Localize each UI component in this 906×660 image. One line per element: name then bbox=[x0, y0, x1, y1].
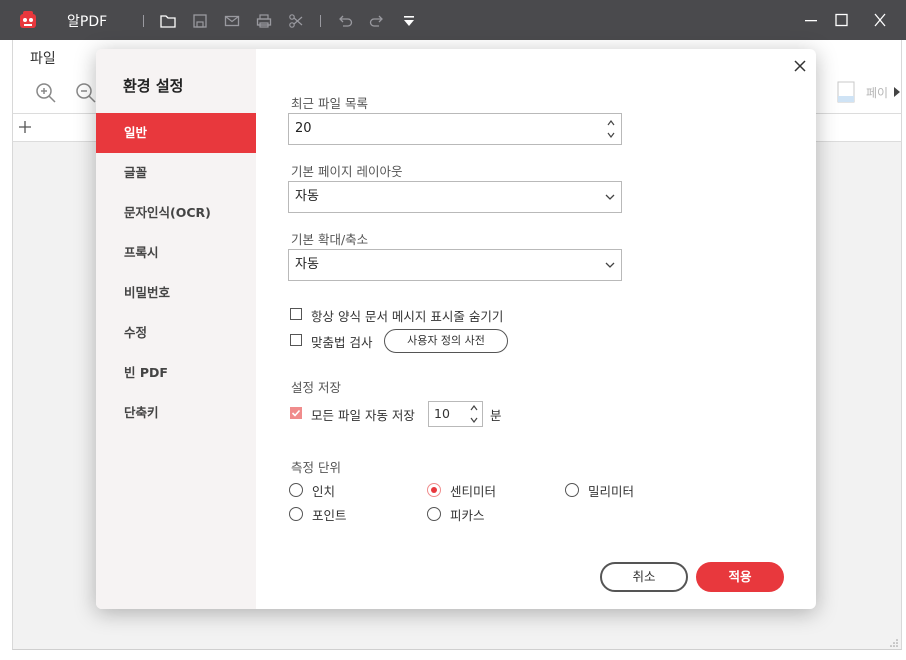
cancel-button[interactable]: 취소 bbox=[600, 562, 688, 592]
sidebar-item-blank-pdf[interactable]: 빈 PDF bbox=[96, 353, 256, 393]
preferences-sidebar: 환경 설정 일반 글꼴 문자인식(OCR) 프록시 비밀번호 수정 빈 PDF … bbox=[96, 49, 256, 609]
zoom-value: 자동 bbox=[295, 257, 319, 272]
close-icon[interactable] bbox=[791, 57, 809, 75]
sidebar-item-edit[interactable]: 수정 bbox=[96, 313, 256, 353]
apply-button[interactable]: 적용 bbox=[696, 562, 784, 592]
radio-centimeter-label: 센티미터 bbox=[450, 484, 497, 499]
spell-check-label: 맞춤법 검사 bbox=[311, 335, 373, 350]
radio-millimeter-label: 밀리미터 bbox=[588, 484, 635, 499]
zoom-in-icon[interactable] bbox=[35, 82, 57, 104]
recent-files-stepper[interactable]: 20 bbox=[288, 113, 622, 145]
mail-icon[interactable] bbox=[224, 13, 240, 29]
save-icon[interactable] bbox=[192, 13, 208, 29]
title-bar: 알PDF bbox=[0, 0, 906, 40]
measurement-label: 측정 단위 bbox=[291, 460, 341, 475]
zoom-select[interactable]: 자동 bbox=[288, 249, 622, 281]
chevron-down-icon bbox=[605, 194, 615, 200]
sidebar-item-fonts[interactable]: 글꼴 bbox=[96, 153, 256, 193]
minimize-icon[interactable] bbox=[802, 12, 820, 28]
print-icon[interactable] bbox=[256, 13, 272, 29]
spin-arrows-icon[interactable] bbox=[469, 403, 479, 425]
radio-point-label: 포인트 bbox=[312, 508, 347, 523]
resize-grip-icon[interactable] bbox=[889, 638, 899, 648]
spin-arrows-icon[interactable] bbox=[606, 117, 616, 141]
radio-point[interactable] bbox=[289, 507, 303, 521]
radio-centimeter[interactable] bbox=[427, 483, 441, 497]
zoom-label: 기본 확대/축소 bbox=[291, 232, 369, 247]
autosave-checkbox[interactable] bbox=[290, 407, 302, 419]
hide-form-message-checkbox[interactable] bbox=[290, 308, 302, 320]
chevron-right-icon[interactable] bbox=[893, 87, 901, 97]
chevron-down-icon bbox=[605, 262, 615, 268]
preferences-dialog: 환경 설정 일반 글꼴 문자인식(OCR) 프록시 비밀번호 수정 빈 PDF … bbox=[96, 49, 816, 609]
toolbar-separator bbox=[143, 15, 144, 27]
check-icon bbox=[291, 409, 301, 417]
radio-picas[interactable] bbox=[427, 507, 441, 521]
page-icon[interactable] bbox=[837, 81, 855, 103]
undo-icon[interactable] bbox=[337, 13, 353, 29]
hide-form-message-label: 항상 양식 문서 메시지 표시줄 숨기기 bbox=[311, 309, 504, 324]
radio-inch[interactable] bbox=[289, 483, 303, 497]
spell-check-checkbox[interactable] bbox=[290, 334, 302, 346]
toolbar-separator bbox=[320, 15, 321, 27]
save-settings-label: 설정 저장 bbox=[291, 380, 341, 395]
page-layout-label: 기본 페이지 레이아웃 bbox=[291, 164, 403, 179]
autosave-interval-value: 10 bbox=[434, 406, 450, 421]
autosave-label: 모든 파일 자동 저장 bbox=[311, 408, 415, 423]
quick-access-dropdown-icon[interactable] bbox=[401, 13, 417, 29]
page-layout-value: 자동 bbox=[295, 189, 319, 204]
sidebar-item-shortcuts[interactable]: 단축키 bbox=[96, 393, 256, 433]
sidebar-item-general[interactable]: 일반 bbox=[96, 113, 256, 153]
open-folder-icon[interactable] bbox=[160, 13, 176, 29]
sidebar-item-ocr[interactable]: 문자인식(OCR) bbox=[96, 193, 256, 233]
page-label: 페이 bbox=[866, 86, 889, 100]
dialog-title: 환경 설정 bbox=[123, 77, 184, 95]
sidebar-item-proxy[interactable]: 프록시 bbox=[96, 233, 256, 273]
menu-file[interactable]: 파일 bbox=[30, 48, 56, 68]
recent-files-label: 최근 파일 목록 bbox=[291, 96, 368, 111]
scissors-icon[interactable] bbox=[288, 13, 304, 29]
app-name: 알PDF bbox=[67, 14, 108, 30]
page-layout-select[interactable]: 자동 bbox=[288, 181, 622, 213]
app-logo-icon bbox=[20, 11, 36, 28]
add-tab-icon[interactable] bbox=[18, 120, 32, 134]
autosave-interval-stepper[interactable]: 10 bbox=[428, 401, 483, 427]
custom-dictionary-button[interactable]: 사용자 정의 사전 bbox=[384, 329, 508, 353]
radio-picas-label: 피카스 bbox=[450, 508, 485, 523]
sidebar-item-password[interactable]: 비밀번호 bbox=[96, 273, 256, 313]
autosave-unit: 분 bbox=[490, 408, 502, 423]
radio-inch-label: 인치 bbox=[312, 484, 336, 499]
redo-icon[interactable] bbox=[369, 13, 385, 29]
recent-files-value: 20 bbox=[295, 121, 312, 136]
maximize-icon[interactable] bbox=[832, 12, 850, 28]
radio-millimeter[interactable] bbox=[565, 483, 579, 497]
close-window-icon[interactable] bbox=[871, 12, 889, 28]
zoom-out-icon[interactable] bbox=[75, 82, 97, 104]
